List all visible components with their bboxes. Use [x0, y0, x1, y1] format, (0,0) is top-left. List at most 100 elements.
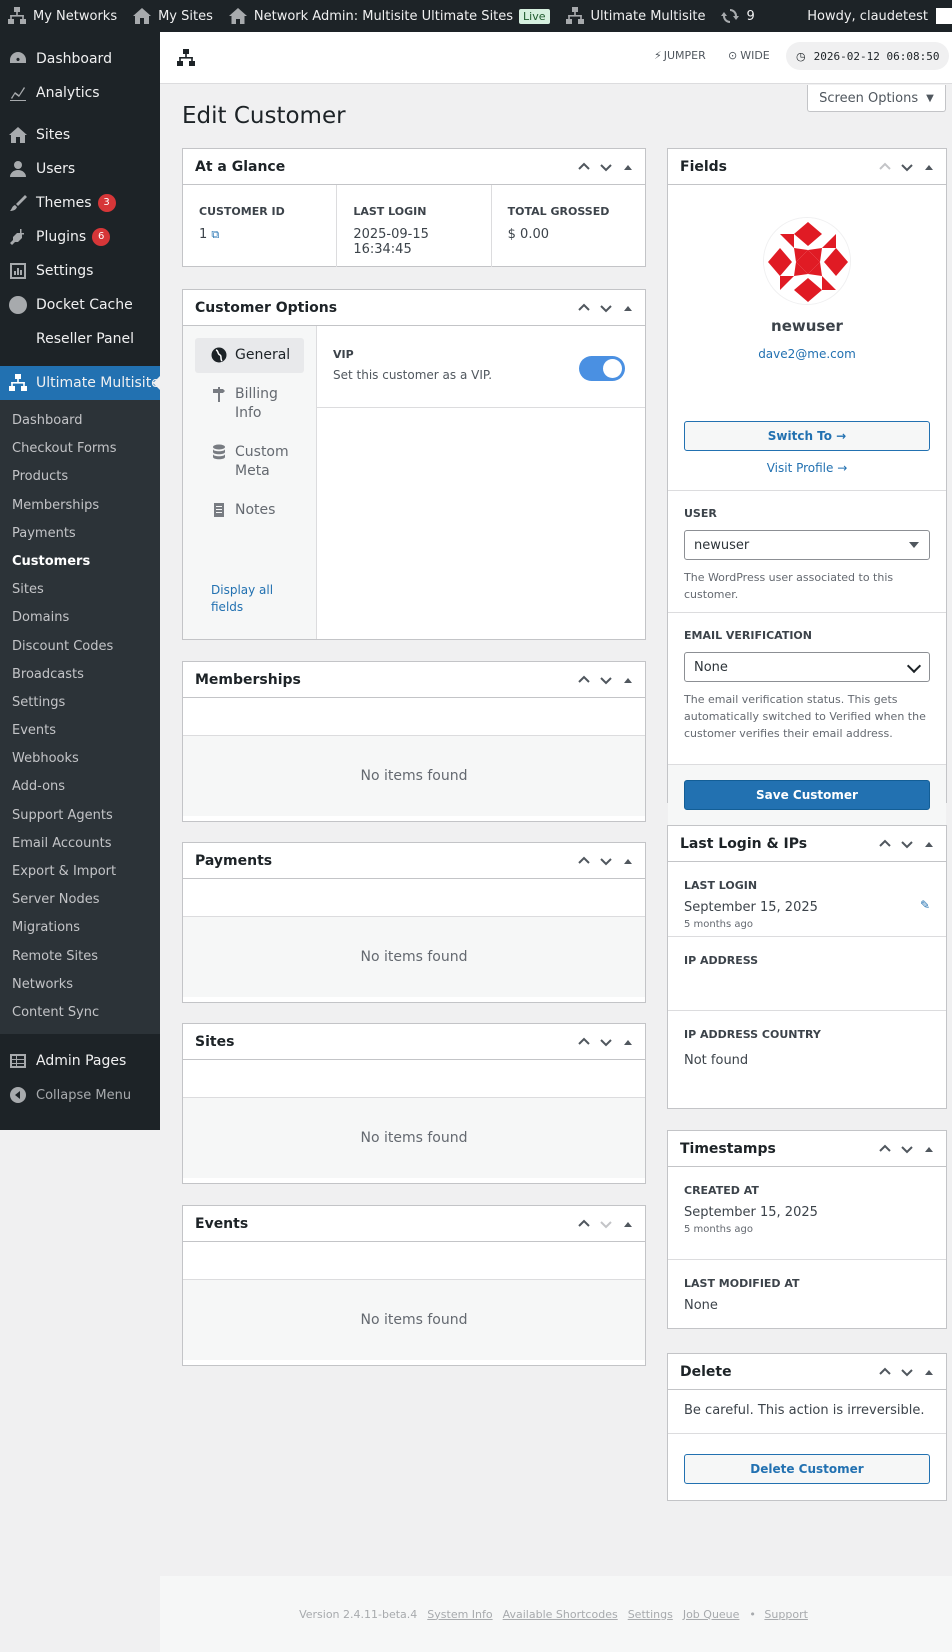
jumper-button[interactable]: ⚡ JUMPER	[654, 49, 706, 62]
sidebar-item-users[interactable]: Users	[0, 152, 160, 186]
sidebar-item-plugins[interactable]: Plugins 6	[0, 220, 160, 254]
tab-notes[interactable]: Notes	[195, 493, 304, 528]
move-down-icon[interactable]	[896, 835, 918, 853]
submenu-item-products[interactable]: Products	[0, 463, 160, 491]
submenu-item-checkout-forms[interactable]: Checkout Forms	[0, 435, 160, 463]
move-down-icon[interactable]	[896, 1363, 918, 1381]
collapse-menu-button[interactable]: Collapse Menu	[0, 1078, 160, 1112]
move-down-icon[interactable]	[896, 1140, 918, 1158]
submenu-item-migrations[interactable]: Migrations	[0, 914, 160, 942]
submenu-item-server-nodes[interactable]: Server Nodes	[0, 886, 160, 914]
vip-toggle[interactable]	[579, 356, 625, 381]
sidebar-item-ultimate-multisite[interactable]: Ultimate Multisite	[0, 366, 161, 400]
move-down-icon[interactable]	[595, 671, 617, 689]
email-verification-description: The email verification status. This gets…	[684, 693, 926, 740]
network-icon	[176, 48, 196, 72]
move-down-icon[interactable]	[595, 852, 617, 870]
sidebar-item-sites[interactable]: Sites	[0, 118, 160, 152]
move-down-icon[interactable]	[595, 1033, 617, 1051]
sidebar-item-dashboard[interactable]: Dashboard	[0, 42, 160, 76]
move-up-icon[interactable]	[573, 671, 595, 689]
toggle-panel-icon[interactable]	[617, 299, 639, 317]
toggle-panel-icon[interactable]	[918, 835, 940, 853]
footer-link-job-queue[interactable]: Job Queue	[683, 1608, 740, 1621]
submenu-item-dashboard[interactable]: Dashboard	[0, 407, 160, 435]
my-sites-menu[interactable]: My Sites	[125, 0, 221, 32]
sidebar-item-settings[interactable]: Settings	[0, 254, 160, 288]
switch-to-button[interactable]: Switch To →	[684, 421, 930, 451]
tab-custom-meta[interactable]: Custom Meta	[195, 435, 304, 489]
sidebar-item-admin-pages[interactable]: Admin Pages	[0, 1044, 160, 1078]
submenu-item-email-accounts[interactable]: Email Accounts	[0, 830, 160, 858]
tab-billing-info[interactable]: Billing Info	[195, 377, 304, 431]
user-select[interactable]: newuser	[684, 530, 930, 560]
submenu-item-networks[interactable]: Networks	[0, 971, 160, 999]
save-customer-button[interactable]: Save Customer	[684, 780, 930, 810]
my-networks-menu[interactable]: My Networks	[0, 0, 125, 32]
toggle-panel-icon[interactable]	[918, 158, 940, 176]
submenu-item-settings[interactable]: Settings	[0, 689, 160, 717]
submenu-item-payments[interactable]: Payments	[0, 520, 160, 548]
caret-down-icon: ▼	[926, 92, 934, 104]
toggle-panel-icon[interactable]	[918, 1140, 940, 1158]
footer-link-support[interactable]: Support	[764, 1608, 807, 1621]
submenu-item-content-sync[interactable]: Content Sync	[0, 999, 160, 1027]
submenu-item-support-agents[interactable]: Support Agents	[0, 802, 160, 830]
submenu-item-add-ons[interactable]: Add-ons	[0, 773, 160, 801]
submenu-item-domains[interactable]: Domains	[0, 604, 160, 632]
move-up-icon[interactable]	[874, 835, 896, 853]
move-up-icon[interactable]	[874, 1363, 896, 1381]
network-admin-menu[interactable]: Network Admin: Multisite Ultimate Sites …	[221, 0, 558, 32]
email-verification-select[interactable]: None	[684, 652, 930, 682]
submenu-item-memberships[interactable]: Memberships	[0, 492, 160, 520]
move-up-icon[interactable]	[874, 158, 896, 176]
move-up-icon[interactable]	[573, 1033, 595, 1051]
delete-customer-button[interactable]: Delete Customer	[684, 1454, 930, 1484]
move-up-icon[interactable]	[573, 158, 595, 176]
submenu-item-events[interactable]: Events	[0, 717, 160, 745]
howdy-menu[interactable]: Howdy, claudetest	[800, 0, 952, 32]
submenu-item-sites[interactable]: Sites	[0, 576, 160, 604]
move-down-icon[interactable]	[595, 158, 617, 176]
toggle-panel-icon[interactable]	[617, 852, 639, 870]
customer-options-box: Customer Options General Billing Info Cu…	[182, 289, 646, 640]
toggle-panel-icon[interactable]	[617, 1215, 639, 1233]
footer-link-shortcodes[interactable]: Available Shortcodes	[503, 1608, 618, 1621]
ultimate-multisite-menu[interactable]: Ultimate Multisite	[558, 0, 714, 32]
sidebar-label: Users	[36, 161, 76, 177]
sidebar-item-reseller-panel[interactable]: Reseller Panel	[0, 322, 160, 356]
sidebar-item-docket-cache[interactable]: Docket Cache	[0, 288, 160, 322]
footer-link-system-info[interactable]: System Info	[427, 1608, 492, 1621]
screen-options-button[interactable]: Screen Options ▼	[807, 85, 946, 112]
submenu-item-remote-sites[interactable]: Remote Sites	[0, 943, 160, 971]
display-all-fields-link[interactable]: Display all fields	[211, 582, 291, 616]
submenu-item-export-import[interactable]: Export & Import	[0, 858, 160, 886]
customer-email-link[interactable]: dave2@me.com	[668, 347, 946, 361]
visit-profile-link[interactable]: Visit Profile →	[668, 461, 946, 475]
move-down-icon[interactable]	[896, 158, 918, 176]
move-down-icon[interactable]	[595, 1215, 617, 1233]
pencil-icon[interactable]: ✎	[920, 898, 930, 912]
move-up-icon[interactable]	[573, 299, 595, 317]
toggle-panel-icon[interactable]	[617, 671, 639, 689]
footer-link-settings[interactable]: Settings	[628, 1608, 673, 1621]
toggle-panel-icon[interactable]	[918, 1363, 940, 1381]
toggle-panel-icon[interactable]	[617, 158, 639, 176]
move-down-icon[interactable]	[595, 299, 617, 317]
move-up-icon[interactable]	[573, 852, 595, 870]
wide-button[interactable]: ⊙ WIDE	[728, 49, 770, 62]
updates-menu[interactable]: 9	[713, 0, 762, 32]
toggle-panel-icon[interactable]	[617, 1033, 639, 1051]
submenu-item-discount-codes[interactable]: Discount Codes	[0, 633, 160, 661]
submenu-item-webhooks[interactable]: Webhooks	[0, 745, 160, 773]
submenu-item-broadcasts[interactable]: Broadcasts	[0, 661, 160, 689]
sidebar-item-analytics[interactable]: Analytics	[0, 76, 160, 110]
footer-support[interactable]: • Support	[749, 1608, 812, 1621]
submenu-item-customers[interactable]: Customers	[0, 548, 160, 576]
copy-icon[interactable]: ⧉	[211, 228, 219, 241]
tab-general[interactable]: General	[195, 338, 304, 373]
sidebar-item-themes[interactable]: Themes 3	[0, 186, 160, 220]
move-up-icon[interactable]	[573, 1215, 595, 1233]
ip-country-value: Not found	[684, 1053, 749, 1068]
move-up-icon[interactable]	[874, 1140, 896, 1158]
